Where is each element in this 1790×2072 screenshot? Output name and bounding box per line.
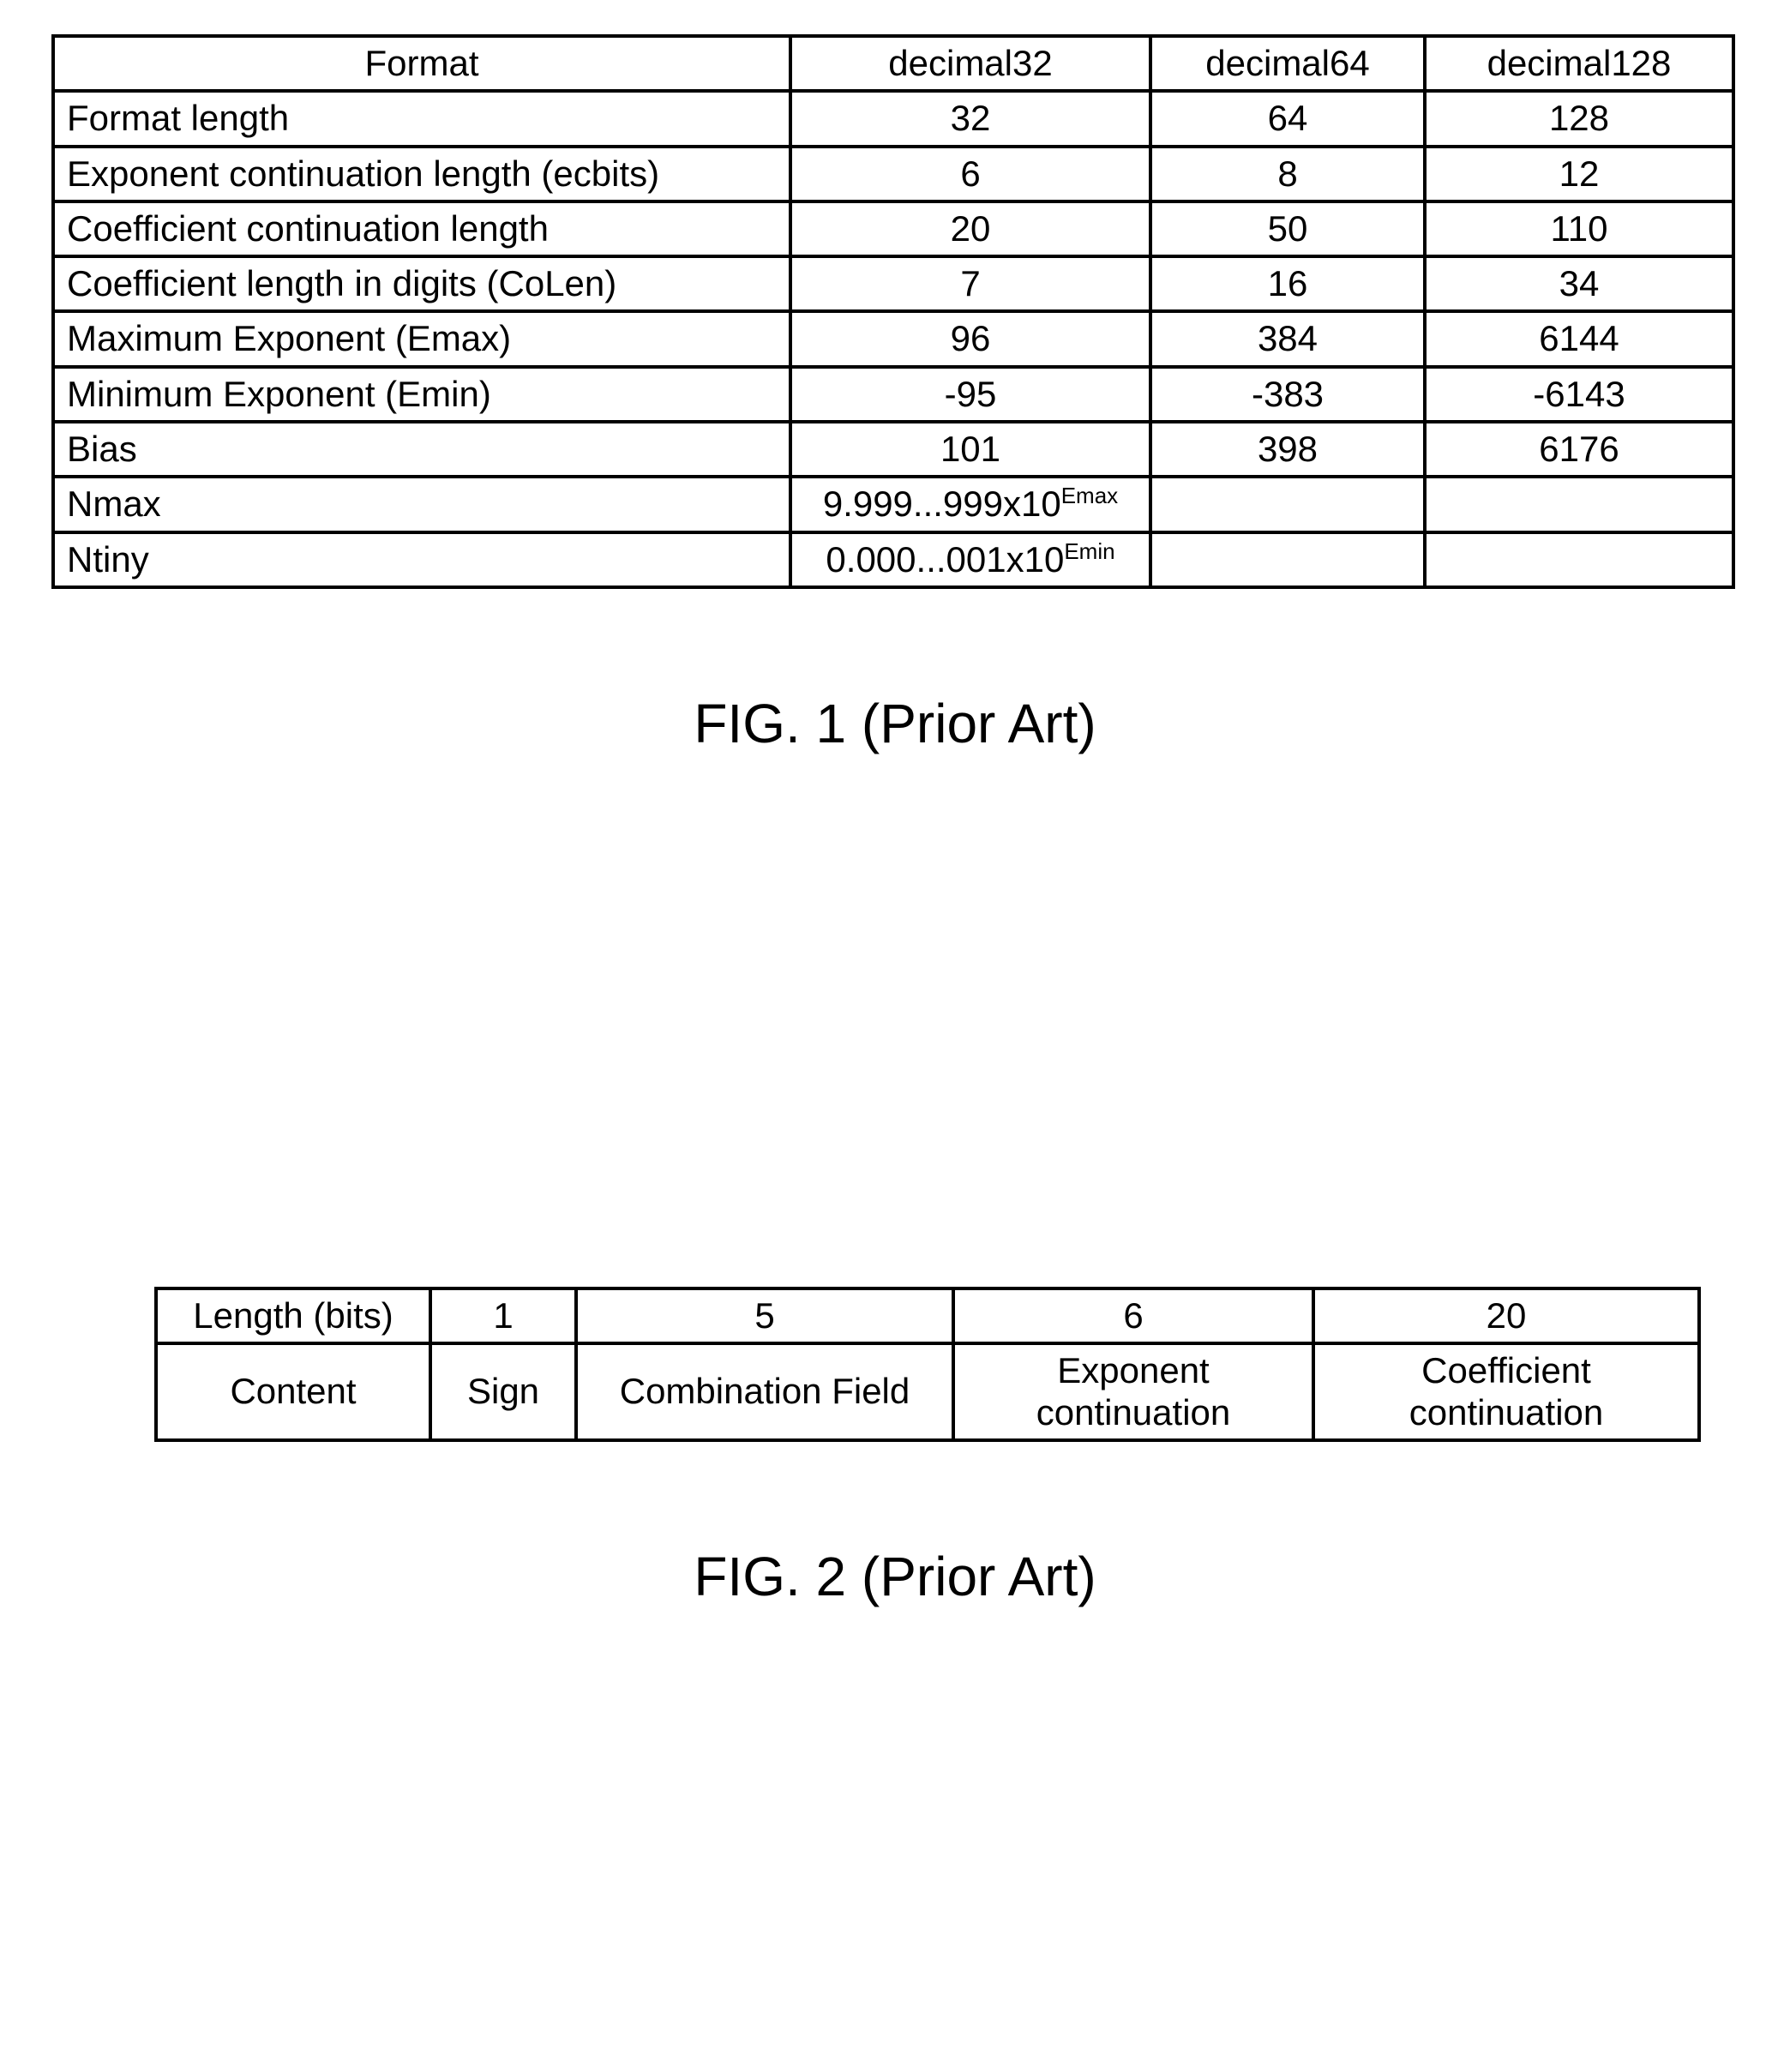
cell: 20 — [1313, 1288, 1699, 1343]
table-row: Maximum Exponent (Emax) 96 384 6144 — [53, 311, 1733, 366]
table-row-ntiny: Ntiny 0.000...001x10Emin — [53, 532, 1733, 587]
cell: 12 — [1425, 147, 1733, 201]
cell: 64 — [1150, 91, 1425, 146]
row-label: Ntiny — [53, 532, 790, 587]
row-label: Maximum Exponent (Emax) — [53, 311, 790, 366]
cell: 6 — [790, 147, 1150, 201]
table-row: Length (bits) 1 5 6 20 — [156, 1288, 1699, 1343]
table-header-row: Format decimal32 decimal64 decimal128 — [53, 36, 1733, 91]
cell: Length (bits) — [156, 1288, 430, 1343]
fig1-caption: FIG. 1 (Prior Art) — [51, 692, 1739, 755]
cell: 9.999...999x10Emax — [790, 477, 1150, 532]
cell: Coefficient continuation — [1313, 1343, 1699, 1440]
cell: 20 — [790, 201, 1150, 256]
cell: Exponent continuation — [953, 1343, 1313, 1440]
cell: Content — [156, 1343, 430, 1440]
cell: 6144 — [1425, 311, 1733, 366]
cell: 8 — [1150, 147, 1425, 201]
nmax-base: 9.999...999x10 — [823, 483, 1061, 524]
cell: Combination Field — [576, 1343, 953, 1440]
fig2-table: Length (bits) 1 5 6 20 Content Sign Comb… — [154, 1287, 1701, 1442]
cell: 101 — [790, 422, 1150, 477]
cell-empty — [1425, 532, 1733, 587]
cell: 0.000...001x10Emin — [790, 532, 1150, 587]
fig2-caption: FIG. 2 (Prior Art) — [51, 1545, 1739, 1608]
row-label: Coefficient continuation length — [53, 201, 790, 256]
nmax-exp: Emax — [1061, 483, 1118, 508]
col-header: Format — [53, 36, 790, 91]
table-row: Bias 101 398 6176 — [53, 422, 1733, 477]
cell: 1 — [430, 1288, 576, 1343]
cell: 32 — [790, 91, 1150, 146]
table-row: Exponent continuation length (ecbits) 6 … — [53, 147, 1733, 201]
cell: 6 — [953, 1288, 1313, 1343]
table-row-nmax: Nmax 9.999...999x10Emax — [53, 477, 1733, 532]
cell: -95 — [790, 367, 1150, 422]
table-row: Coefficient length in digits (CoLen) 7 1… — [53, 256, 1733, 311]
cell-empty — [1150, 532, 1425, 587]
cell: -6143 — [1425, 367, 1733, 422]
cell: 50 — [1150, 201, 1425, 256]
cell: 110 — [1425, 201, 1733, 256]
cell: 6176 — [1425, 422, 1733, 477]
row-label: Minimum Exponent (Emin) — [53, 367, 790, 422]
row-label: Exponent continuation length (ecbits) — [53, 147, 790, 201]
row-label: Bias — [53, 422, 790, 477]
row-label: Coefficient length in digits (CoLen) — [53, 256, 790, 311]
cell: -383 — [1150, 367, 1425, 422]
table-row: Format length 32 64 128 — [53, 91, 1733, 146]
col-header: decimal32 — [790, 36, 1150, 91]
table-row: Minimum Exponent (Emin) -95 -383 -6143 — [53, 367, 1733, 422]
cell: 384 — [1150, 311, 1425, 366]
cell: 398 — [1150, 422, 1425, 477]
page: Format decimal32 decimal64 decimal128 Fo… — [0, 0, 1790, 2072]
cell: 7 — [790, 256, 1150, 311]
cell: 34 — [1425, 256, 1733, 311]
fig1-table: Format decimal32 decimal64 decimal128 Fo… — [51, 34, 1735, 589]
table-row: Content Sign Combination Field Exponent … — [156, 1343, 1699, 1440]
cell: 16 — [1150, 256, 1425, 311]
ntiny-exp: Emin — [1064, 538, 1114, 564]
fig2-wrap: Length (bits) 1 5 6 20 Content Sign Comb… — [51, 1287, 1739, 1442]
table-row: Coefficient continuation length 20 50 11… — [53, 201, 1733, 256]
cell: 96 — [790, 311, 1150, 366]
row-label: Nmax — [53, 477, 790, 532]
cell: 5 — [576, 1288, 953, 1343]
col-header: decimal128 — [1425, 36, 1733, 91]
cell-empty — [1150, 477, 1425, 532]
cell: Sign — [430, 1343, 576, 1440]
col-header: decimal64 — [1150, 36, 1425, 91]
cell: 128 — [1425, 91, 1733, 146]
row-label: Format length — [53, 91, 790, 146]
spacer — [51, 755, 1739, 1287]
cell-empty — [1425, 477, 1733, 532]
ntiny-base: 0.000...001x10 — [826, 539, 1064, 580]
